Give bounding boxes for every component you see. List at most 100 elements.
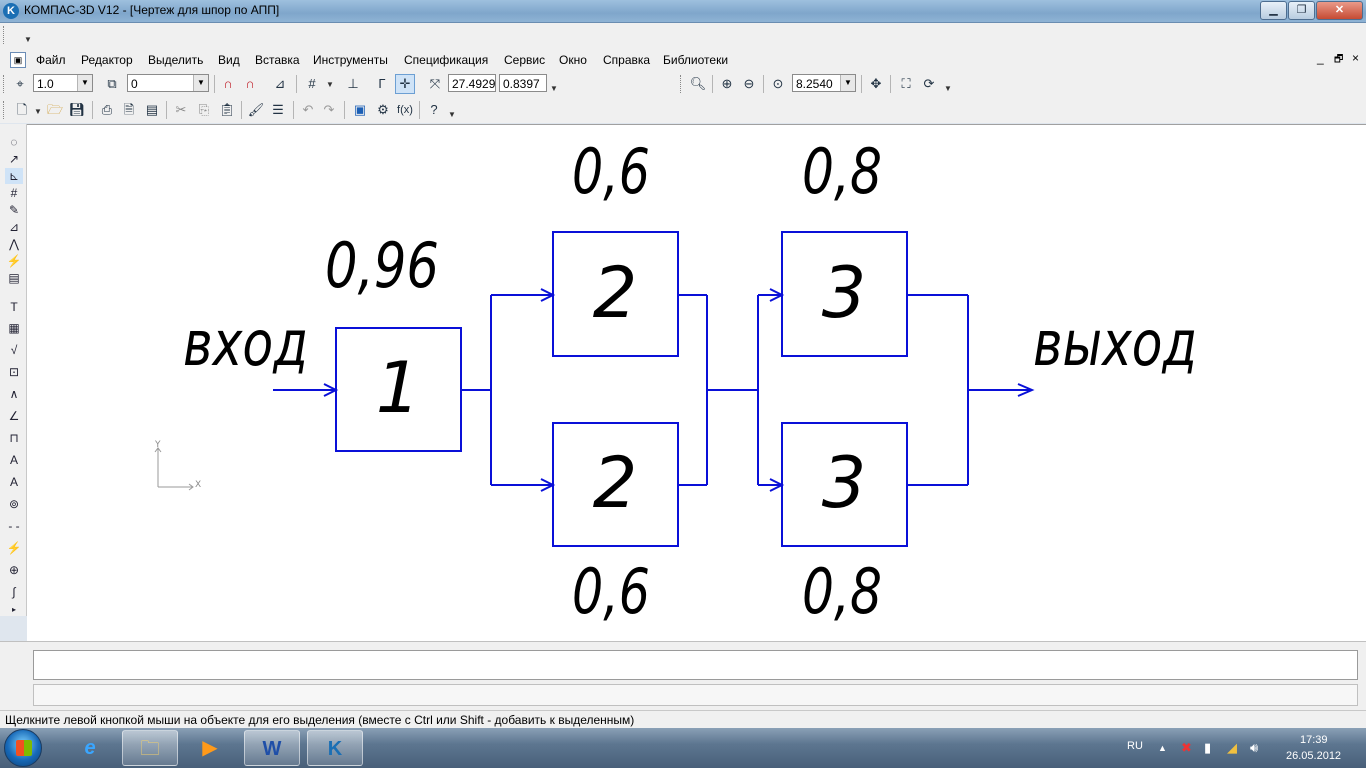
zoom-in-icon[interactable]: ⊕ xyxy=(717,74,737,94)
format-brush-icon[interactable]: 🖌︎ xyxy=(246,100,266,120)
manager-icon[interactable]: ▣ xyxy=(350,100,370,120)
spline-icon[interactable]: ∫ xyxy=(5,584,23,600)
chevron-down-icon[interactable]: ▼ xyxy=(448,110,456,119)
coord-y-field[interactable]: 0.8397 xyxy=(499,74,547,92)
new-document-icon[interactable]: 🗋 xyxy=(12,100,32,120)
refresh-icon[interactable]: ⟳ xyxy=(919,74,939,94)
editing-icon[interactable]: # xyxy=(5,185,23,201)
menu-editor[interactable]: Редактор xyxy=(81,53,133,67)
toolbar-grip[interactable] xyxy=(3,101,7,119)
chevron-down-icon[interactable]: ▼ xyxy=(193,75,208,91)
signal-icon[interactable]: ◢ xyxy=(1227,740,1237,756)
ortho-mode-icon[interactable]: ⊿ xyxy=(270,74,290,94)
menu-tools[interactable]: Инструменты xyxy=(313,53,388,67)
associative-views-icon[interactable]: ⚡ xyxy=(5,253,23,269)
zoom-scale-icon[interactable]: ⊙ xyxy=(768,74,788,94)
menu-view[interactable]: Вид xyxy=(218,53,240,67)
word-icon[interactable]: W xyxy=(244,730,300,766)
roughness-icon[interactable]: √ xyxy=(5,342,23,358)
chevron-up-icon[interactable]: ▲ xyxy=(1158,743,1167,753)
line-scale-select[interactable]: 1.0 ▼ xyxy=(33,74,93,92)
clock-time[interactable]: 17:39 xyxy=(1300,734,1328,746)
clock-date[interactable]: 26.05.2012 xyxy=(1286,750,1341,762)
undo-icon[interactable]: ↶ xyxy=(298,100,318,120)
menu-help[interactable]: Справка xyxy=(603,53,650,67)
print-preview-icon[interactable]: 🗎 xyxy=(119,100,139,120)
symbols-icon[interactable]: ⊾ xyxy=(5,168,23,184)
media-player-icon[interactable]: ▶ xyxy=(182,730,238,766)
coordinates-icon[interactable]: ⤧ xyxy=(425,74,445,94)
table-icon[interactable]: ▦ xyxy=(5,320,23,336)
language-indicator[interactable]: RU xyxy=(1127,740,1143,752)
view-arrow-icon[interactable]: A xyxy=(5,474,23,490)
chevron-down-icon[interactable]: ▼ xyxy=(550,84,558,93)
chevron-right-icon[interactable]: ▸ xyxy=(5,602,23,618)
start-button[interactable] xyxy=(4,729,42,767)
cut-icon[interactable]: ✂ xyxy=(171,100,191,120)
minimize-button[interactable]: ▁ xyxy=(1260,1,1287,20)
chevron-down-icon[interactable]: ▼ xyxy=(77,75,92,91)
properties-field[interactable] xyxy=(33,650,1358,680)
orthogonal-icon[interactable]: Γ xyxy=(372,74,392,94)
show-all-icon[interactable]: ⛶ xyxy=(896,74,916,94)
power-icon[interactable]: ⚡ xyxy=(5,540,23,556)
open-folder-icon[interactable]: 🗁 xyxy=(45,100,65,120)
chevron-down-icon[interactable]: ▼ xyxy=(944,84,952,93)
wave-icon[interactable]: ⊚ xyxy=(5,496,23,512)
drawing-canvas[interactable]: вход выход 1 2 2 3 3 0,96 0,6 0,6 0,8 0,… xyxy=(27,124,1366,641)
toolbar-grip[interactable] xyxy=(680,75,684,93)
leader-icon[interactable]: ∧ xyxy=(5,386,23,402)
text-icon[interactable]: T xyxy=(5,299,23,315)
properties-icon[interactable]: ☰ xyxy=(268,100,288,120)
cut-line-icon[interactable]: A xyxy=(5,452,23,468)
kompas-logo-icon[interactable]: K xyxy=(3,3,19,19)
context-help-icon[interactable]: ? xyxy=(424,100,444,120)
center-mark-icon[interactable]: ⊕ xyxy=(5,562,23,578)
explorer-folder-icon[interactable]: 🗀 xyxy=(122,730,178,766)
sheet-manager-icon[interactable]: ▤ xyxy=(142,100,162,120)
menu-libraries[interactable]: Библиотеки xyxy=(663,53,728,67)
select-icon[interactable]: ⋀ xyxy=(5,236,23,252)
dimensions-icon[interactable]: ↗ xyxy=(5,151,23,167)
grid-icon[interactable]: # xyxy=(302,74,322,94)
power-tray-icon[interactable]: ▮ xyxy=(1204,740,1211,756)
menu-file[interactable]: Файл xyxy=(36,53,66,67)
geometry-icon[interactable]: ◌ xyxy=(5,134,23,150)
chevron-down-icon[interactable]: ▼ xyxy=(840,75,855,91)
volume-icon[interactable]: 🔊︎ xyxy=(1250,740,1258,756)
magnet-local-icon[interactable]: ∩ xyxy=(240,74,260,94)
zoom-select[interactable]: 8.2540 ▼ xyxy=(792,74,856,92)
document-icon[interactable]: ▣ xyxy=(10,52,26,68)
position-icon[interactable]: ∠ xyxy=(5,408,23,424)
zoom-out-icon[interactable]: ⊖ xyxy=(739,74,759,94)
copy-icon[interactable]: ⎘ xyxy=(194,100,214,120)
menu-specification[interactable]: Спецификация xyxy=(404,53,488,67)
internet-explorer-icon[interactable]: e xyxy=(62,730,118,766)
chevron-down-icon[interactable]: ▼ xyxy=(326,80,334,89)
measure-icon[interactable]: ⊿ xyxy=(5,219,23,235)
menu-select[interactable]: Выделить xyxy=(148,53,203,67)
paste-icon[interactable]: 📋︎ xyxy=(217,100,237,120)
menu-insert[interactable]: Вставка xyxy=(255,53,300,67)
axis-line-icon[interactable]: - - xyxy=(5,518,23,534)
zoom-window-icon[interactable]: 🔍︎ xyxy=(688,74,708,94)
redo-icon[interactable]: ↷ xyxy=(319,100,339,120)
doc-restore-button[interactable]: 🗗 xyxy=(1334,52,1343,69)
variables-icon[interactable]: f(x) xyxy=(395,100,415,120)
snap-step-icon[interactable]: ⌖ xyxy=(10,74,30,94)
menu-window[interactable]: Окно xyxy=(559,53,587,67)
snap-cursor-icon[interactable]: ✛ xyxy=(395,74,415,94)
doc-minimize-button[interactable]: _ xyxy=(1317,51,1324,65)
toolbar-grip[interactable] xyxy=(3,26,7,44)
doc-close-button[interactable]: × xyxy=(1352,51,1359,65)
base-icon[interactable]: ⊡ xyxy=(5,364,23,380)
layer-icon[interactable]: ⧉ xyxy=(102,74,122,94)
toolbar-grip[interactable] xyxy=(3,75,7,93)
maximize-button[interactable]: ❐ xyxy=(1288,1,1315,20)
library-manager-icon[interactable]: ⚙ xyxy=(373,100,393,120)
save-icon[interactable]: 💾︎ xyxy=(67,100,87,120)
chevron-down-icon[interactable]: ▼ xyxy=(24,35,32,44)
menu-service[interactable]: Сервис xyxy=(504,53,545,67)
kompas-icon[interactable]: K xyxy=(307,730,363,766)
tolerance-icon[interactable]: ⊓ xyxy=(5,430,23,446)
